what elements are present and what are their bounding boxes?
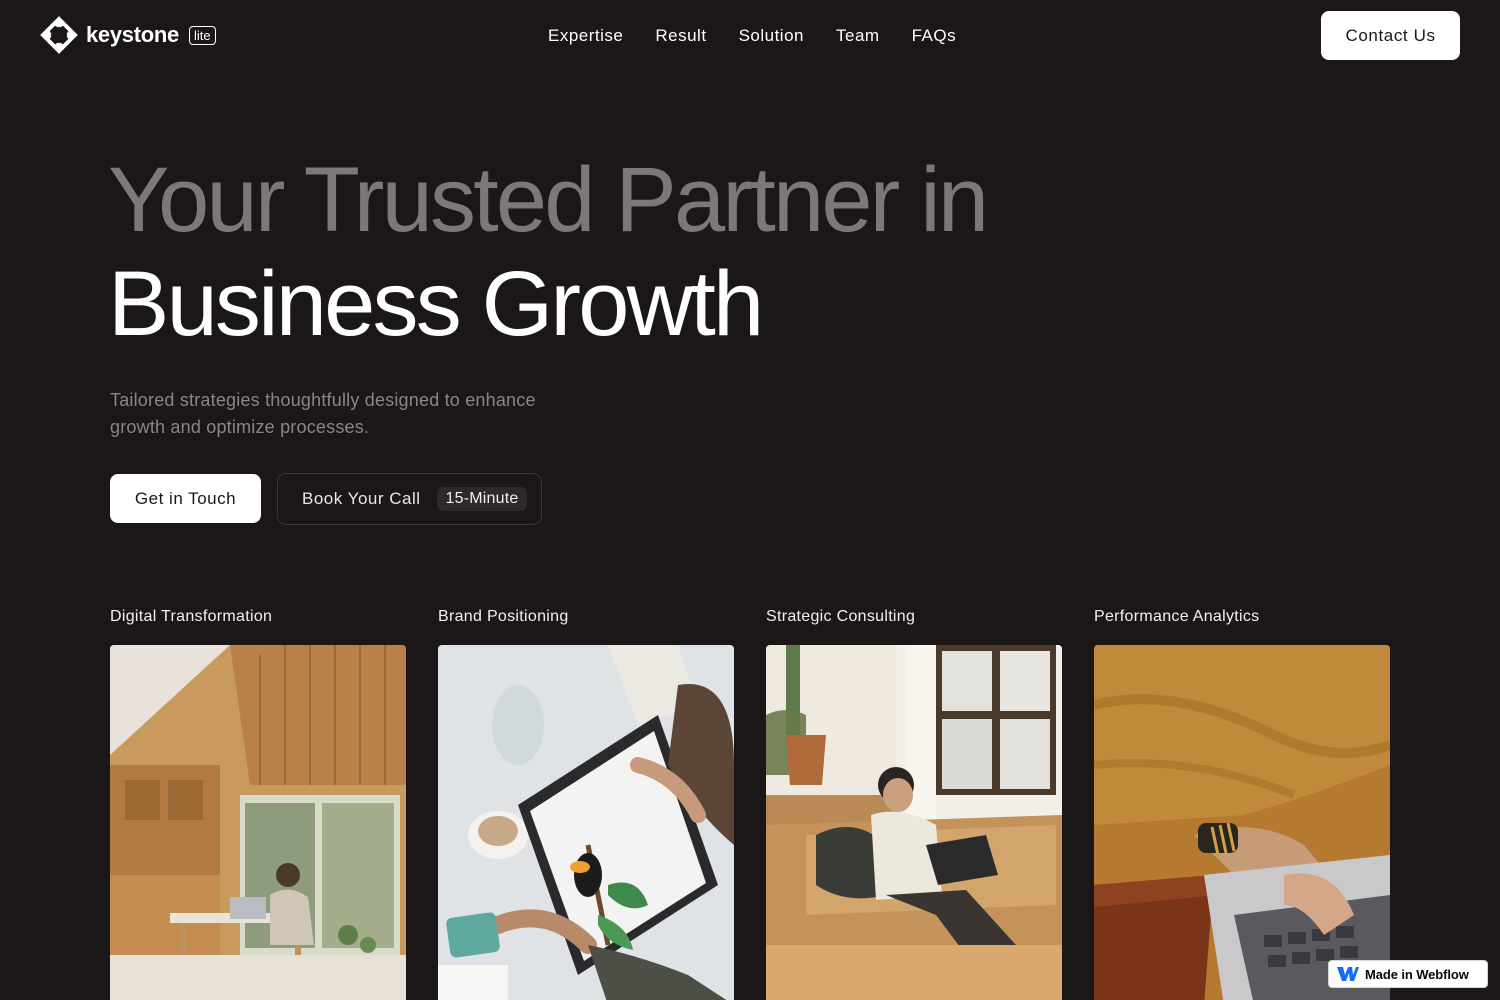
brand-name: keystone	[86, 22, 179, 47]
card-title: Strategic Consulting	[766, 608, 916, 625]
nav-link-expertise[interactable]: Expertise	[548, 24, 623, 48]
keystone-logo-icon	[40, 16, 78, 54]
nav-link-team[interactable]: Team	[836, 24, 880, 48]
nav-links: Expertise Result Solution Team FAQs	[532, 24, 956, 48]
nav-link-result[interactable]: Result	[655, 24, 706, 48]
service-card-digital-transformation[interactable]: Digital Transformation	[110, 606, 406, 1000]
card-image-cabin-photo	[110, 645, 406, 1000]
brand-badge: lite	[188, 25, 216, 45]
nav-link-solution[interactable]: Solution	[739, 24, 804, 48]
card-title: Brand Positioning	[438, 608, 569, 625]
hero-subtitle: Tailored strategies thoughtfully designe…	[110, 390, 536, 437]
service-card-strategic-consulting[interactable]: Strategic Consulting	[766, 606, 1062, 1000]
card-title: Digital Transformation	[110, 608, 273, 625]
webflow-logo-icon	[1337, 967, 1359, 981]
book-call-button[interactable]: Book Your Call 15-Minute	[277, 473, 542, 525]
duration-chip: 15-Minute	[436, 487, 528, 511]
nav-link-faqs[interactable]: FAQs	[912, 24, 957, 48]
card-title: Performance Analytics	[1094, 608, 1260, 625]
card-image-tablet-photo	[438, 645, 734, 1000]
hero-title-line-2: Business Growth	[108, 253, 764, 355]
contact-us-button[interactable]: Contact Us	[1321, 11, 1460, 60]
card-image-laptop-typing-photo	[1094, 645, 1390, 1000]
service-card-performance-analytics[interactable]: Performance Analytics	[1094, 606, 1390, 1000]
book-call-label: Book Your Call	[302, 489, 421, 508]
webflow-badge-label: Made in Webflow	[1365, 966, 1469, 982]
brand-logo[interactable]: keystone lite	[40, 16, 216, 54]
hero-title-line-1: Your Trusted Partner in	[108, 149, 989, 251]
get-in-touch-button[interactable]: Get in Touch	[110, 474, 261, 523]
service-card-brand-positioning[interactable]: Brand Positioning	[438, 606, 734, 1000]
made-in-webflow-badge[interactable]: Made in Webflow	[1328, 960, 1488, 988]
top-nav: keystone lite Expertise Result Solution …	[0, 0, 1500, 72]
card-image-sofa-photo	[766, 645, 1062, 1000]
